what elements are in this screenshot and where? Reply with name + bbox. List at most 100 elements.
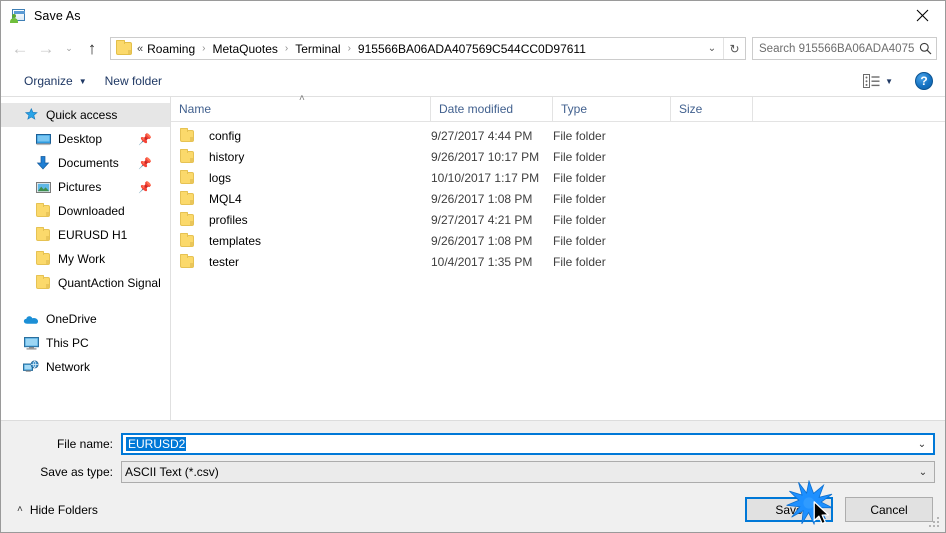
file-name-dropdown-button[interactable]: ⌄ bbox=[911, 439, 933, 450]
dialog-footer: File name: EURUSD2 ⌄ Save as type: ASCII… bbox=[1, 420, 945, 532]
chevron-down-icon: ⌄ bbox=[918, 466, 928, 478]
refresh-button[interactable]: ↻ bbox=[723, 38, 745, 59]
onedrive-cloud-icon bbox=[23, 311, 39, 327]
sidebar-item-label: OneDrive bbox=[46, 312, 97, 326]
breadcrumb-overflow-icon[interactable]: « bbox=[136, 43, 145, 55]
folder-icon bbox=[179, 211, 195, 228]
chevron-down-icon: ⌄ bbox=[65, 43, 73, 53]
action-bar: ˄ Hide Folders Save Cancel bbox=[1, 488, 945, 532]
back-button[interactable]: ← bbox=[7, 36, 33, 62]
sidebar-item-pictures[interactable]: Pictures 📌 bbox=[1, 175, 170, 199]
pin-icon[interactable]: 📌 bbox=[138, 157, 152, 170]
address-bar[interactable]: « Roaming › MetaQuotes › Terminal › 9155… bbox=[110, 37, 746, 60]
breadcrumb-item-terminal-id[interactable]: 915566BA06ADA407569C544CC0D97611 bbox=[356, 42, 588, 56]
pin-icon[interactable]: 📌 bbox=[138, 181, 152, 194]
list-view-icon bbox=[863, 73, 880, 88]
sidebar-item-downloaded[interactable]: Downloaded bbox=[1, 199, 170, 223]
folder-icon bbox=[35, 275, 51, 291]
file-date-cell: 9/26/2017 1:08 PM bbox=[431, 233, 533, 248]
up-arrow-icon: ↑ bbox=[87, 39, 97, 58]
save-as-type-dropdown-button[interactable]: ⌄ bbox=[912, 467, 934, 478]
breadcrumb-separator-icon: › bbox=[202, 43, 206, 54]
navigation-bar: ← → ⌄ ↑ « Roaming › MetaQuotes › Termina… bbox=[1, 31, 945, 66]
table-row[interactable]: profiles 9/27/2017 4:21 PM File folder bbox=[171, 209, 945, 230]
sidebar-item-label: QuantAction Signal bbox=[58, 276, 161, 290]
folder-icon bbox=[35, 203, 51, 219]
table-row[interactable]: logs 10/10/2017 1:17 PM File folder bbox=[171, 167, 945, 188]
file-name-cell: MQL4 bbox=[171, 190, 431, 207]
sidebar-item-documents[interactable]: Documents 📌 bbox=[1, 151, 170, 175]
forward-arrow-icon: → bbox=[37, 39, 55, 58]
save-as-icon bbox=[10, 8, 26, 24]
folder-icon bbox=[179, 232, 195, 249]
file-name-label: profiles bbox=[209, 212, 248, 227]
sidebar-item-quick-access[interactable]: Quick access bbox=[1, 103, 170, 127]
close-button[interactable] bbox=[899, 1, 945, 30]
folder-icon bbox=[35, 251, 51, 267]
resize-grip[interactable] bbox=[929, 517, 941, 529]
new-folder-button[interactable]: New folder bbox=[96, 70, 171, 92]
sidebar-item-label: My Work bbox=[58, 252, 106, 266]
recent-locations-button[interactable]: ⌄ bbox=[59, 36, 79, 62]
file-name-label: history bbox=[209, 149, 245, 164]
table-row[interactable]: config 9/27/2017 4:44 PM File folder bbox=[171, 125, 945, 146]
star-pin-icon bbox=[23, 107, 39, 123]
file-date-cell: 10/4/2017 1:35 PM bbox=[431, 254, 533, 269]
file-type-cell: File folder bbox=[553, 233, 606, 248]
organize-button[interactable]: Organize ▼ bbox=[15, 70, 96, 92]
file-name-value[interactable]: EURUSD2 bbox=[123, 437, 911, 451]
save-button[interactable]: Save bbox=[745, 497, 833, 522]
sidebar-item-my-work[interactable]: My Work bbox=[1, 247, 170, 271]
column-header-date-modified[interactable]: Date modified bbox=[431, 96, 553, 122]
sidebar-item-label: Pictures bbox=[58, 180, 102, 194]
sidebar-item-this-pc[interactable]: This PC bbox=[1, 331, 170, 355]
up-button[interactable]: ↑ bbox=[79, 36, 105, 62]
table-row[interactable]: history 9/26/2017 10:17 PM File folder bbox=[171, 146, 945, 167]
hide-folders-button[interactable]: ˄ Hide Folders bbox=[11, 500, 104, 520]
sort-ascending-icon: ˄ bbox=[299, 92, 305, 104]
dialog-body: Quick access Desktop 📌 Documents 📌 Pictu… bbox=[1, 93, 945, 420]
column-header-size[interactable]: Size bbox=[671, 96, 753, 122]
title-bar: Save As bbox=[1, 1, 945, 31]
folder-icon bbox=[179, 253, 195, 270]
search-box[interactable]: Search 915566BA06ADA40756... bbox=[752, 37, 937, 60]
file-name-input[interactable]: EURUSD2 ⌄ bbox=[121, 433, 935, 455]
sidebar-item-desktop[interactable]: Desktop 📌 bbox=[1, 127, 170, 151]
sidebar-item-network[interactable]: Network bbox=[1, 355, 170, 379]
sidebar-item-eurusd-h1[interactable]: EURUSD H1 bbox=[1, 223, 170, 247]
search-input[interactable]: Search 915566BA06ADA40756... bbox=[753, 43, 914, 55]
column-header-name[interactable]: Name ˄ bbox=[171, 93, 431, 122]
chevron-up-icon: ˄ bbox=[17, 504, 23, 515]
column-header-type[interactable]: Type bbox=[553, 96, 671, 122]
cancel-button[interactable]: Cancel bbox=[845, 497, 933, 522]
pictures-icon bbox=[35, 179, 51, 195]
chevron-down-icon: ⌄ bbox=[707, 43, 717, 54]
column-header-label: Date modified bbox=[439, 102, 514, 116]
hide-folders-label: Hide Folders bbox=[29, 502, 98, 517]
column-header-label: Name bbox=[179, 102, 212, 116]
breadcrumb-item-terminal[interactable]: Terminal bbox=[293, 42, 342, 56]
table-row[interactable]: templates 9/26/2017 1:08 PM File folder bbox=[171, 230, 945, 251]
new-folder-label: New folder bbox=[104, 74, 162, 88]
cancel-button-label: Cancel bbox=[870, 502, 908, 517]
breadcrumb-item-roaming[interactable]: Roaming bbox=[145, 42, 197, 56]
file-date-cell: 10/10/2017 1:17 PM bbox=[431, 170, 540, 185]
sidebar-item-onedrive[interactable]: OneDrive bbox=[1, 307, 170, 331]
file-list-pane: Name ˄ Date modified Type Size config 9/… bbox=[171, 93, 945, 420]
breadcrumb-item-metaquotes[interactable]: MetaQuotes bbox=[211, 42, 280, 56]
file-date-cell: 9/27/2017 4:21 PM bbox=[431, 212, 533, 227]
folder-icon bbox=[116, 40, 132, 55]
help-button[interactable]: ? bbox=[915, 72, 933, 90]
table-row[interactable]: tester 10/4/2017 1:35 PM File folder bbox=[171, 251, 945, 272]
table-row[interactable]: MQL4 9/26/2017 1:08 PM File folder bbox=[171, 188, 945, 209]
address-dropdown-button[interactable]: ⌄ bbox=[701, 38, 723, 59]
file-name-label: config bbox=[209, 128, 242, 143]
forward-button[interactable]: → bbox=[33, 36, 59, 62]
file-type-cell: File folder bbox=[553, 128, 606, 143]
sidebar-item-quantaction-signal[interactable]: QuantAction Signal bbox=[1, 271, 170, 295]
pin-icon[interactable]: 📌 bbox=[138, 133, 152, 146]
save-as-type-select[interactable]: ASCII Text (*.csv) ⌄ bbox=[121, 461, 935, 483]
file-date-cell: 9/26/2017 1:08 PM bbox=[431, 191, 533, 206]
change-view-button[interactable]: ▼ bbox=[859, 71, 897, 92]
file-date-cell: 9/27/2017 4:44 PM bbox=[431, 128, 533, 143]
